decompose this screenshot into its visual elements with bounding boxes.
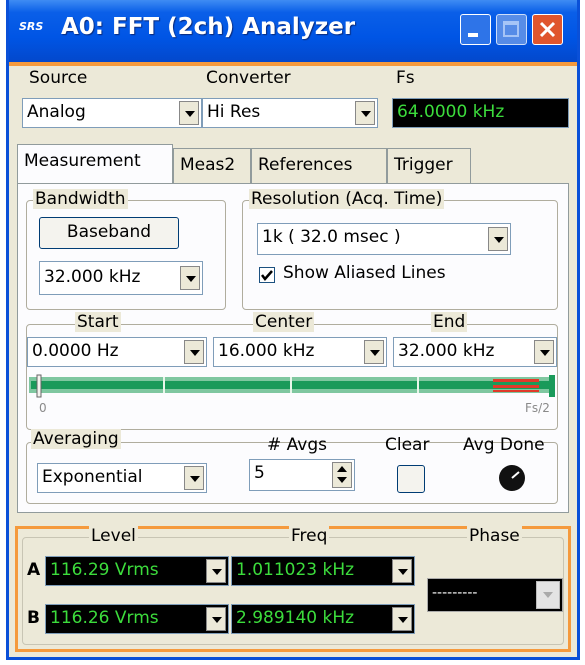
maximize-icon (503, 21, 519, 37)
chevron-down-icon[interactable] (179, 101, 199, 125)
chevron-down-icon[interactable] (392, 607, 412, 631)
baseband-button-label: Baseband (66, 222, 152, 242)
window-title: A0: FFT (2ch) Analyzer (61, 14, 356, 40)
level-a-value: 116.29 Vrms (50, 560, 159, 580)
checkmark-icon (261, 270, 273, 281)
level-b-value: 116.26 Vrms (50, 608, 159, 628)
averaging-mode-value: Exponential (42, 467, 143, 487)
navgs-label: # Avgs (267, 435, 327, 455)
freq-a-value: 1.011023 kHz (236, 560, 355, 580)
chevron-down-icon[interactable] (206, 607, 226, 631)
chevron-down-icon[interactable] (355, 101, 375, 125)
source-value: Analog (27, 102, 86, 122)
source-label: Source (29, 68, 88, 88)
tab-trigger[interactable]: Trigger (387, 148, 471, 184)
show-aliased-label: Show Aliased Lines (283, 263, 446, 283)
level-b-select[interactable]: 116.26 Vrms (45, 604, 229, 634)
maximize-button[interactable] (496, 14, 527, 45)
center-value: 16.000 kHz (218, 341, 315, 361)
fs-display: 64.0000 kHz (392, 98, 569, 128)
tab-measurement[interactable]: Measurement (17, 144, 173, 184)
span-scale-left: 0 (39, 401, 47, 415)
tab-references[interactable]: References (251, 148, 387, 184)
start-select[interactable]: 0.0000 Hz (27, 337, 207, 367)
close-button[interactable] (532, 14, 563, 45)
span-bar[interactable] (27, 371, 557, 421)
navgs-spinner[interactable]: 5 (249, 459, 355, 491)
span-scale-right: Fs/2 (525, 401, 550, 415)
center-select[interactable]: 16.000 kHz (213, 337, 387, 367)
tab-label: Trigger (394, 155, 453, 175)
converter-value: Hi Res (207, 102, 261, 122)
end-select[interactable]: 32.000 kHz (393, 337, 557, 367)
avgdone-label: Avg Done (463, 435, 545, 455)
resolution-group: Resolution (Acq. Time) 1k ( 32.0 msec ) … (242, 189, 558, 310)
clear-label: Clear (385, 435, 430, 455)
resolution-select[interactable]: 1k ( 32.0 msec ) (257, 223, 511, 255)
channel-a-label: A (27, 560, 41, 580)
freq-a-select[interactable]: 1.011023 kHz (231, 556, 415, 586)
readout-group: Level Freq Phase A 116.29 Vrms 1.011023 … (22, 526, 564, 645)
chevron-down-icon[interactable] (536, 581, 560, 609)
phase-label: Phase (467, 526, 522, 546)
title-bar[interactable]: SRS A0: FFT (2ch) Analyzer (9, 0, 577, 62)
resolution-value: 1k ( 32.0 msec ) (262, 227, 401, 247)
chevron-down-icon[interactable] (392, 559, 412, 583)
converter-select[interactable]: Hi Res (202, 98, 378, 128)
converter-label: Converter (206, 68, 291, 88)
bandwidth-group: Bandwidth Baseband 32.000 kHz (26, 189, 226, 310)
chevron-down-icon[interactable] (180, 266, 200, 290)
minimize-icon (468, 33, 478, 37)
averaging-label: Averaging (31, 429, 121, 449)
chevron-down-icon[interactable] (534, 340, 554, 364)
readout-section: Level Freq Phase A 116.29 Vrms 1.011023 … (15, 526, 571, 652)
freq-label: Freq (289, 526, 330, 546)
spinner-arrows-icon[interactable] (332, 462, 352, 488)
fs-value: 64.0000 kHz (397, 102, 505, 122)
level-label: Level (89, 526, 138, 546)
baseband-button[interactable]: Baseband (39, 217, 179, 249)
title-accent-line (9, 62, 577, 66)
chevron-down-icon[interactable] (184, 340, 204, 364)
phase-value: --------- (432, 585, 478, 601)
averaging-group: Averaging Exponential # Avgs 5 Clear Avg… (26, 429, 558, 504)
show-aliased-checkbox[interactable] (259, 267, 275, 283)
averaging-mode-select[interactable]: Exponential (37, 463, 207, 493)
bandwidth-label: Bandwidth (33, 189, 128, 209)
chevron-down-icon[interactable] (184, 466, 204, 490)
phase-select[interactable]: --------- (427, 578, 563, 612)
bandwidth-value: 32.000 kHz (44, 267, 141, 287)
srs-logo-icon: SRS (19, 20, 44, 33)
level-a-select[interactable]: 116.29 Vrms (45, 556, 229, 586)
close-icon (539, 21, 556, 38)
tab-label: Meas2 (180, 155, 236, 175)
chevron-down-icon[interactable] (364, 340, 384, 364)
clear-button[interactable] (397, 465, 425, 493)
start-label: Start (75, 312, 121, 332)
center-label: Center (253, 312, 315, 332)
source-select[interactable]: Analog (22, 98, 202, 128)
bandwidth-select[interactable]: 32.000 kHz (39, 261, 203, 295)
tab-meas2[interactable]: Meas2 (173, 148, 251, 184)
tab-label: References (258, 155, 353, 175)
freq-b-value: 2.989140 kHz (236, 608, 355, 628)
chevron-down-icon[interactable] (206, 559, 226, 583)
span-group: Start Center End 0.0000 Hz 16.000 kHz 32… (26, 312, 558, 430)
chevron-down-icon[interactable] (488, 227, 508, 251)
tab-label: Measurement (24, 151, 141, 171)
end-value: 32.000 kHz (398, 341, 495, 361)
fs-label: Fs (396, 68, 415, 88)
navgs-value: 5 (254, 463, 265, 483)
end-label: End (431, 312, 468, 332)
freq-b-select[interactable]: 2.989140 kHz (231, 604, 415, 634)
channel-b-label: B (27, 608, 40, 628)
fft-analyzer-window: SRS A0: FFT (2ch) Analyzer Source Analog… (6, 0, 580, 660)
measurement-panel: Bandwidth Baseband 32.000 kHz Resolution… (17, 183, 569, 513)
start-value: 0.0000 Hz (32, 341, 119, 361)
resolution-label: Resolution (Acq. Time) (249, 189, 445, 209)
avg-done-indicator-icon (499, 465, 525, 491)
minimize-button[interactable] (460, 14, 491, 45)
